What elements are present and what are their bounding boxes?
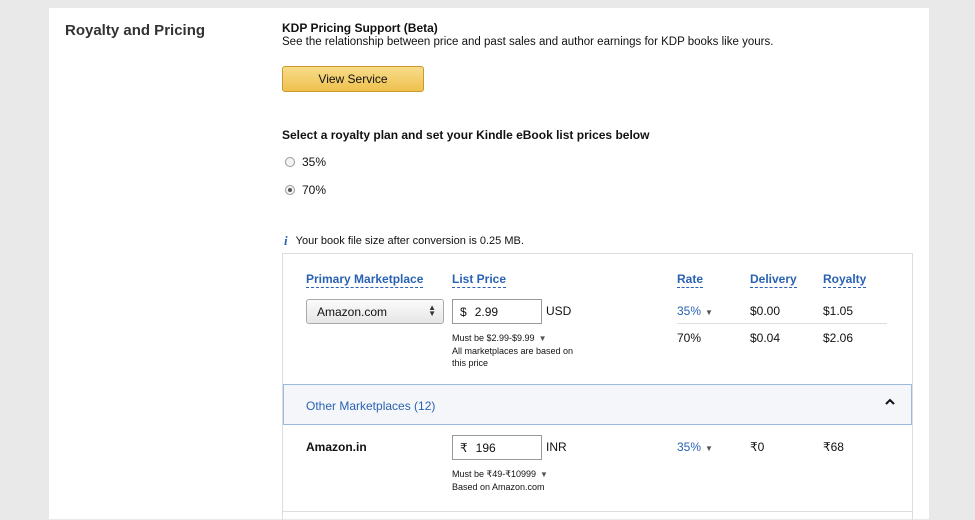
inr-price-range-caret-icon: ▼ [540,470,548,479]
row-divider-bottom [283,511,912,512]
royalty-option-35[interactable]: 35% [285,155,326,169]
price-currency-symbol: $ [460,304,467,319]
inr-royalty: ₹68 [823,440,844,454]
pricing-table: Primary Marketplace List Price Rate Deli… [282,253,913,520]
rate-35-dropdown[interactable]: 35% ▼ [677,304,713,318]
inr-rate-dropdown[interactable]: 35% ▼ [677,440,713,454]
radio-35[interactable] [285,157,295,167]
marketplace-select-value: Amazon.com [317,304,388,319]
inr-rate-caret-icon: ▼ [705,444,713,453]
marketplace-note-line2: this price [452,358,489,368]
royalty-70: $2.06 [823,331,854,345]
marketplace-note-line1: All marketplaces are based on [452,346,574,356]
price-value: 2.99 [474,304,499,319]
inr-based-on-note: Based on Amazon.com [452,482,545,492]
royalty-plan-heading: Select a royalty plan and set your Kindl… [282,128,650,142]
radio-70[interactable] [285,185,295,195]
price-range-caret-icon: ▼ [538,334,547,343]
radio-35-label: 35% [302,155,327,169]
other-marketplaces-label: Other Marketplaces (12) [306,399,436,413]
marketplace-select[interactable]: Amazon.com ▲ ▼ [306,299,444,324]
rate-caret-icon: ▼ [705,308,713,317]
header-list-price[interactable]: List Price [452,272,507,288]
row-divider [677,323,887,324]
section-title: Royalty and Pricing [65,22,206,39]
price-range-note[interactable]: Must be $2.99-$9.99 ▼ [452,332,546,345]
inr-currency-symbol: ₹ [460,440,468,455]
header-royalty[interactable]: Royalty [823,272,867,288]
inr-price-range-note[interactable]: Must be ₹49-₹10999 ▼ [452,468,548,481]
radio-70-label: 70% [302,183,327,197]
amazon-in-price-input[interactable]: ₹ 196 [452,435,542,460]
primary-price-input[interactable]: $ 2.99 [452,299,542,324]
inr-rate-value: 35% [677,440,702,454]
info-icon: i [284,233,288,248]
view-service-button[interactable]: View Service [282,66,424,92]
select-arrows-icon: ▲ ▼ [428,303,436,318]
royalty-option-70[interactable]: 70% [285,183,326,197]
price-currency-code: USD [546,304,572,318]
chevron-up-icon [885,398,895,405]
header-rate[interactable]: Rate [677,272,704,288]
delivery-35: $0.00 [750,304,781,318]
header-delivery[interactable]: Delivery [750,272,797,288]
header-primary-marketplace[interactable]: Primary Marketplace [306,272,424,288]
price-range-text: Must be $2.99-$9.99 [452,333,535,343]
royalty-35: $1.05 [823,304,854,318]
content-panel: Royalty and Pricing KDP Pricing Support … [49,8,929,520]
inr-price-range-text: Must be ₹49-₹10999 [452,469,537,479]
file-size-info: i Your book file size after conversion i… [284,233,524,249]
rate-35-value: 35% [677,304,702,318]
pricing-support-title: KDP Pricing Support (Beta) [282,21,438,35]
file-size-text: Your book file size after conversion is … [295,235,524,247]
delivery-70: $0.04 [750,331,781,345]
inr-price-value: 196 [475,440,496,455]
inr-currency-code: INR [546,440,567,454]
amazon-in-label: Amazon.in [306,440,367,454]
other-marketplaces-toggle[interactable]: Other Marketplaces (12) [283,384,912,425]
pricing-support-description: See the relationship between price and p… [282,36,774,48]
inr-delivery: ₹0 [750,440,765,454]
rate-70: 70% [677,331,702,345]
